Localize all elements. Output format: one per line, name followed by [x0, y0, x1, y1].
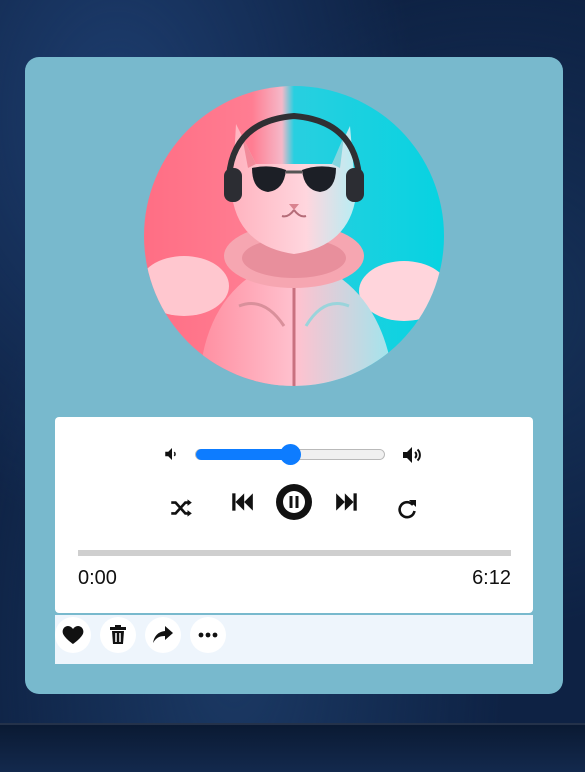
volume-high-icon[interactable] — [401, 443, 425, 467]
pause-icon — [283, 491, 305, 513]
delete-button[interactable] — [100, 617, 136, 653]
volume-slider[interactable] — [195, 444, 385, 465]
repeat-icon — [398, 500, 416, 519]
skip-next-icon — [336, 493, 357, 511]
more-icon — [198, 632, 218, 638]
skip-previous-icon — [232, 493, 253, 511]
page-bottom-strip — [0, 723, 585, 772]
previous-button[interactable] — [228, 489, 256, 518]
like-button[interactable] — [55, 617, 91, 653]
duration-time: 6:12 — [472, 567, 511, 589]
song-actions-bar — [55, 615, 533, 664]
cat-artwork-image — [144, 112, 444, 386]
next-button[interactable] — [333, 489, 361, 518]
music-player-card: 0:00 6:12 — [25, 57, 563, 694]
volume-low-icon[interactable] — [163, 445, 181, 463]
player-controls-panel: 0:00 6:12 — [55, 417, 533, 613]
shuffle-button[interactable] — [167, 495, 195, 524]
volume-slider-fill — [196, 449, 290, 460]
trash-icon — [110, 625, 126, 644]
more-button[interactable] — [190, 617, 226, 653]
heart-icon — [62, 626, 84, 644]
album-art — [144, 86, 444, 386]
song-progress-bar[interactable] — [78, 550, 511, 556]
share-icon — [153, 626, 173, 643]
repeat-button[interactable] — [395, 497, 419, 524]
pause-button[interactable] — [276, 484, 312, 520]
volume-slider-thumb[interactable] — [280, 444, 301, 465]
volume-row — [55, 439, 533, 469]
share-button[interactable] — [145, 617, 181, 653]
shuffle-icon — [171, 499, 192, 517]
current-time: 0:00 — [78, 567, 117, 589]
